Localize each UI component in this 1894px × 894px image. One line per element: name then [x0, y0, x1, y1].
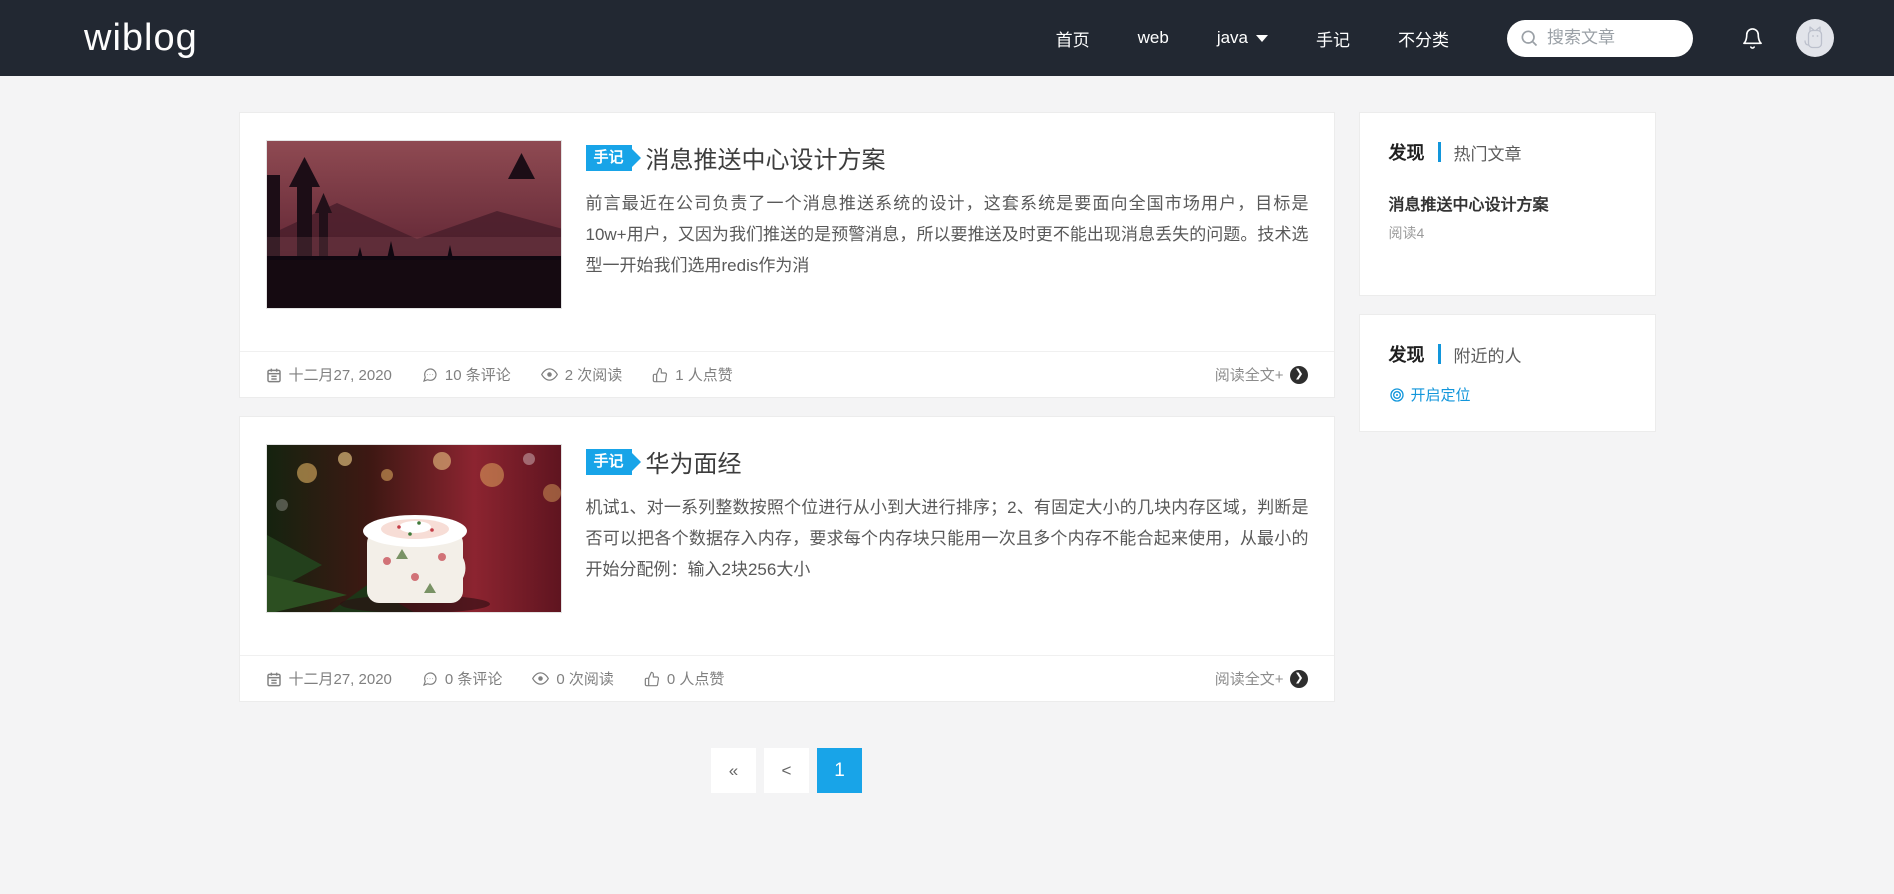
- pagination-page-1[interactable]: 1: [817, 748, 862, 793]
- article-tag-badge[interactable]: 手记: [586, 145, 632, 171]
- nav-item-java[interactable]: java: [1217, 28, 1268, 48]
- chevron-down-icon: [1256, 35, 1268, 42]
- article-title[interactable]: 消息推送中心设计方案: [646, 140, 886, 175]
- target-icon: [1389, 387, 1405, 403]
- cat-icon: [1803, 25, 1827, 51]
- eye-icon: [532, 670, 549, 687]
- article-excerpt: 前言最近在公司负责了一个消息推送系统的设计，这套系统是要面向全国市场用户，目标是…: [586, 188, 1309, 281]
- article-comments: 10 条评论: [422, 364, 511, 385]
- article-thumbnail[interactable]: [266, 444, 562, 613]
- article-reads: 2 次阅读: [541, 364, 623, 385]
- article-reads: 0 次阅读: [532, 668, 614, 689]
- search-box[interactable]: [1507, 20, 1693, 57]
- nav-item-notes[interactable]: 手记: [1316, 26, 1350, 51]
- article-list: 手记 消息推送中心设计方案 前言最近在公司负责了一个消息推送系统的设计，这套系统…: [239, 112, 1335, 793]
- article-excerpt: 机试1、对一系列整数按照个位进行从小到大进行排序；2、有固定大小的几块内存区域，…: [586, 492, 1309, 585]
- page-container: 手记 消息推送中心设计方案 前言最近在公司负责了一个消息推送系统的设计，这套系统…: [239, 76, 1656, 793]
- search-icon: [1519, 28, 1539, 48]
- top-navbar: wiblog 首页 web java 手记 不分类: [0, 0, 1894, 76]
- read-more-link[interactable]: 阅读全文+ ❯: [1215, 668, 1308, 689]
- nav-item-uncategorized[interactable]: 不分类: [1398, 26, 1449, 51]
- arrow-right-circle-icon: ❯: [1290, 670, 1308, 688]
- hot-article-item: 消息推送中心设计方案 阅读4: [1389, 191, 1626, 243]
- nav-menu: 首页 web java 手记 不分类: [1032, 26, 1473, 51]
- avatar[interactable]: [1796, 19, 1834, 57]
- calendar-icon: [266, 671, 282, 687]
- article-comments: 0 条评论: [422, 668, 503, 689]
- comment-icon: [422, 367, 438, 383]
- thumbs-up-icon: [652, 367, 668, 383]
- widget-hot-articles: 发现 热门文章 消息推送中心设计方案 阅读4: [1359, 112, 1656, 296]
- article-card: 手记 华为面经 机试1、对一系列整数按照个位进行从小到大进行排序；2、有固定大小…: [239, 416, 1335, 702]
- eye-icon: [541, 366, 558, 383]
- widget-title: 热门文章: [1454, 140, 1522, 165]
- read-more-link[interactable]: 阅读全文+ ❯: [1215, 364, 1308, 385]
- logo[interactable]: wiblog: [84, 17, 198, 60]
- article-likes: 0 人点赞: [644, 668, 725, 689]
- article-title[interactable]: 华为面经: [646, 444, 742, 479]
- notifications-bell-icon[interactable]: [1741, 27, 1764, 50]
- widget-divider: [1438, 142, 1441, 162]
- widget-divider: [1438, 344, 1441, 364]
- article-meta-bar: 十二月27, 2020 10 条评论 2 次: [240, 351, 1334, 397]
- widget-title: 附近的人: [1454, 342, 1522, 367]
- article-tag-badge[interactable]: 手记: [586, 449, 632, 475]
- sidebar: 发现 热门文章 消息推送中心设计方案 阅读4 发现 附近的人: [1359, 112, 1656, 793]
- hot-article-link[interactable]: 消息推送中心设计方案: [1389, 191, 1626, 215]
- article-date: 十二月27, 2020: [266, 364, 392, 385]
- article-thumbnail[interactable]: [266, 140, 562, 309]
- comment-icon: [422, 671, 438, 687]
- article-card: 手记 消息推送中心设计方案 前言最近在公司负责了一个消息推送系统的设计，这套系统…: [239, 112, 1335, 398]
- nav-item-home[interactable]: 首页: [1056, 26, 1090, 51]
- nav-item-web[interactable]: web: [1138, 28, 1169, 48]
- pagination-prev-button[interactable]: <: [764, 748, 809, 793]
- widget-title-prefix: 发现: [1389, 341, 1425, 367]
- enable-location-link[interactable]: 开启定位: [1389, 384, 1626, 405]
- widget-nearby-people: 发现 附近的人 开启定位: [1359, 314, 1656, 432]
- widget-title-prefix: 发现: [1389, 139, 1425, 165]
- pagination: « < 1: [239, 748, 1335, 793]
- pagination-first-button[interactable]: «: [711, 748, 756, 793]
- article-date: 十二月27, 2020: [266, 668, 392, 689]
- hot-article-reads: 阅读4: [1389, 223, 1626, 243]
- calendar-icon: [266, 367, 282, 383]
- thumbs-up-icon: [644, 671, 660, 687]
- arrow-right-circle-icon: ❯: [1290, 366, 1308, 384]
- article-meta-bar: 十二月27, 2020 0 条评论 0 次阅: [240, 655, 1334, 701]
- article-likes: 1 人点赞: [652, 364, 733, 385]
- search-input[interactable]: [1547, 28, 1677, 48]
